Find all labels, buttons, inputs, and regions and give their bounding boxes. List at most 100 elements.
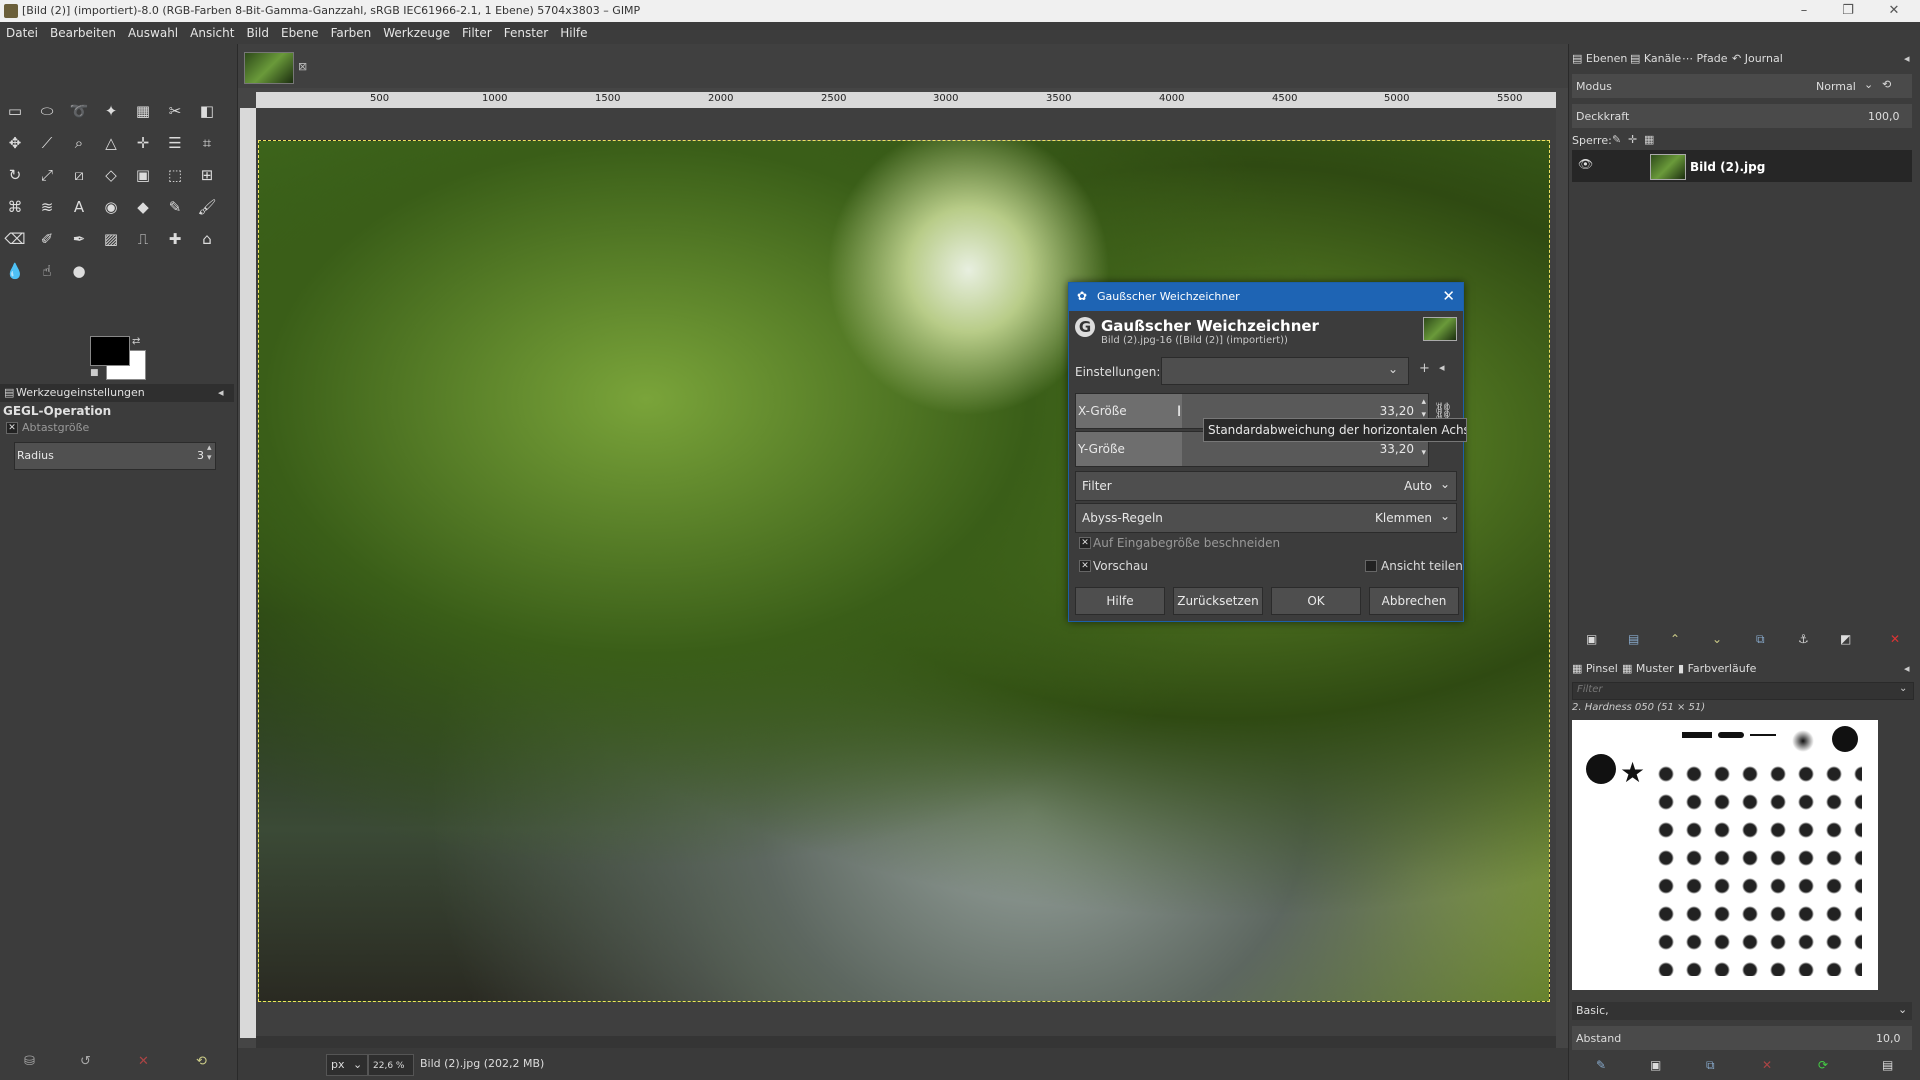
brush-item[interactable]: [1682, 732, 1712, 738]
refresh-brushes-icon[interactable]: ⟳: [1818, 1058, 1828, 1072]
brush-item[interactable]: [1586, 754, 1616, 784]
split-view-checkbox[interactable]: [1365, 560, 1377, 572]
measure-icon[interactable]: ⟋: [36, 132, 58, 154]
eraser-icon[interactable]: ⌫: [4, 228, 26, 250]
lock-position-icon[interactable]: ✛: [1628, 133, 1637, 146]
abyss-policy-combo[interactable]: Abyss-Regeln Klemmen ⌄: [1075, 503, 1457, 533]
unit-select[interactable]: px ⌄: [326, 1054, 368, 1076]
image-tab-thumbnail[interactable]: [244, 52, 294, 84]
brush-filter-input[interactable]: Filter ⌄: [1572, 682, 1914, 700]
radius-step-icon[interactable]: ▴ ▾: [207, 443, 212, 463]
menu-auswahl[interactable]: Auswahl: [122, 22, 184, 40]
close-button[interactable]: ✕: [1874, 1, 1914, 21]
brush-pattern-grid[interactable]: [1652, 760, 1862, 976]
eye-icon[interactable]: 👁: [1578, 157, 1593, 171]
brush-star-icon[interactable]: ★: [1620, 756, 1645, 789]
maximize-button[interactable]: ❐: [1828, 1, 1868, 21]
delete-brush-icon[interactable]: ✕: [1762, 1058, 1772, 1072]
mypaint-brush-icon[interactable]: ▨: [100, 228, 122, 250]
color-select-icon[interactable]: ▦: [132, 100, 154, 122]
scale-icon[interactable]: ⤢: [36, 164, 58, 186]
lower-layer-icon[interactable]: ⌄: [1712, 632, 1722, 646]
tab-journal[interactable]: ↶ Journal: [1732, 52, 1783, 65]
duplicate-brush-icon[interactable]: ⧉: [1706, 1058, 1715, 1073]
shear-icon[interactable]: ⧄: [68, 164, 90, 186]
heal-icon[interactable]: ✚: [164, 228, 186, 250]
move-icon[interactable]: ✥: [4, 132, 26, 154]
layer-mode-select[interactable]: Modus Normal ⌄ ⟲: [1572, 74, 1912, 98]
menu-ansicht[interactable]: Ansicht: [184, 22, 240, 40]
brush-tags-input[interactable]: Basic, ⌄: [1572, 1002, 1912, 1020]
tab-patterns[interactable]: ▦ Muster: [1622, 662, 1674, 675]
crop-icon[interactable]: ⌗: [196, 132, 218, 154]
default-colors-icon[interactable]: ■: [90, 368, 99, 378]
align-icon[interactable]: ✛: [132, 132, 154, 154]
dialog-close-icon[interactable]: ✕: [1442, 287, 1455, 305]
ok-button[interactable]: OK: [1271, 587, 1361, 615]
dock-menu-icon[interactable]: ◂: [1904, 52, 1910, 65]
menu-filter[interactable]: Filter: [456, 22, 498, 40]
filter-combo[interactable]: Filter Auto ⌄: [1075, 471, 1457, 501]
sample-size-checkbox[interactable]: ✕: [6, 422, 18, 434]
foreground-select-icon[interactable]: ◧: [196, 100, 218, 122]
minimize-button[interactable]: –: [1784, 1, 1824, 21]
reset-options-icon[interactable]: ⟲: [196, 1054, 207, 1069]
paths-icon[interactable]: △: [100, 132, 122, 154]
zoom-select[interactable]: 22,6 %: [368, 1054, 414, 1076]
edit-brush-icon[interactable]: ✎: [1596, 1058, 1606, 1072]
delete-options-icon[interactable]: ✕: [138, 1054, 149, 1069]
handle-transform-icon[interactable]: ⊞: [196, 164, 218, 186]
rotate-icon[interactable]: ↻: [4, 164, 26, 186]
text-icon[interactable]: A: [68, 196, 90, 218]
smudge-icon[interactable]: ☝: [36, 260, 58, 282]
ellipse-select-icon[interactable]: ⬭: [36, 100, 58, 122]
menu-werkzeuge[interactable]: Werkzeuge: [377, 22, 456, 40]
close-image-tab-icon[interactable]: ⊠: [298, 60, 307, 73]
tab-brushes[interactable]: ▦ Pinsel: [1572, 662, 1618, 675]
menu-farben[interactable]: Farben: [325, 22, 378, 40]
menu-bild[interactable]: Bild: [240, 22, 275, 40]
tool-options-tab[interactable]: ▤ Werkzeugeinstellungen ◂: [0, 384, 234, 402]
zoom-icon[interactable]: ⌕: [68, 132, 90, 154]
airbrush-icon[interactable]: ✐: [36, 228, 58, 250]
align-layers-icon[interactable]: ☰: [164, 132, 186, 154]
presets-combo[interactable]: ⌄: [1161, 357, 1409, 385]
menu-bearbeiten[interactable]: Bearbeiten: [44, 22, 122, 40]
swap-colors-icon[interactable]: ⇄: [132, 336, 140, 347]
horizontal-scrollbar[interactable]: [256, 1036, 1556, 1048]
perspective-icon[interactable]: ◇: [100, 164, 122, 186]
foreground-color-swatch[interactable]: [90, 336, 130, 366]
brush-item[interactable]: [1832, 726, 1858, 752]
raise-layer-icon[interactable]: ⌃: [1670, 632, 1680, 646]
panel-menu-icon[interactable]: ◂: [218, 386, 224, 399]
preset-menu-icon[interactable]: ◂: [1439, 361, 1445, 374]
radius-spinbox[interactable]: Radius 3 ▴ ▾: [14, 442, 216, 470]
tab-layers[interactable]: ▤ Ebenen: [1572, 52, 1627, 65]
clip-extent-checkbox[interactable]: ✕: [1079, 537, 1091, 549]
delete-layer-icon[interactable]: ✕: [1890, 632, 1900, 646]
menu-datei[interactable]: Datei: [0, 22, 44, 40]
paintbrush-icon[interactable]: 🖌: [196, 196, 218, 218]
save-options-icon[interactable]: ⛁: [24, 1054, 35, 1069]
ink-icon[interactable]: ✒: [68, 228, 90, 250]
clone-icon[interactable]: ⎍: [132, 228, 154, 250]
add-preset-icon[interactable]: +: [1419, 361, 1430, 376]
bucket-fill-icon[interactable]: ◉: [100, 196, 122, 218]
warp-icon[interactable]: ⌘: [4, 196, 26, 218]
tab-channels[interactable]: ▤ Kanäle: [1630, 52, 1681, 65]
spacing-slider[interactable]: Abstand 10,0: [1572, 1026, 1912, 1050]
new-brush-icon[interactable]: ▣: [1650, 1058, 1661, 1072]
brush-item[interactable]: [1750, 734, 1776, 736]
blur-sharpen-icon[interactable]: 💧: [4, 260, 26, 282]
lock-pixels-icon[interactable]: ✎: [1612, 133, 1621, 146]
mode-reset-icon[interactable]: ⟲: [1882, 78, 1891, 91]
layer-name[interactable]: Bild (2).jpg: [1690, 160, 1765, 174]
brush-grid[interactable]: ★: [1572, 720, 1878, 990]
unified-transform-icon[interactable]: ⬚: [164, 164, 186, 186]
scissors-icon[interactable]: ✂: [164, 100, 186, 122]
open-brush-icon[interactable]: ▤: [1882, 1058, 1893, 1072]
reset-button[interactable]: Zurücksetzen: [1173, 587, 1263, 615]
fuzzy-select-icon[interactable]: ✦: [100, 100, 122, 122]
cancel-button[interactable]: Abbrechen: [1369, 587, 1459, 615]
anchor-icon[interactable]: ⚓: [1798, 632, 1809, 646]
